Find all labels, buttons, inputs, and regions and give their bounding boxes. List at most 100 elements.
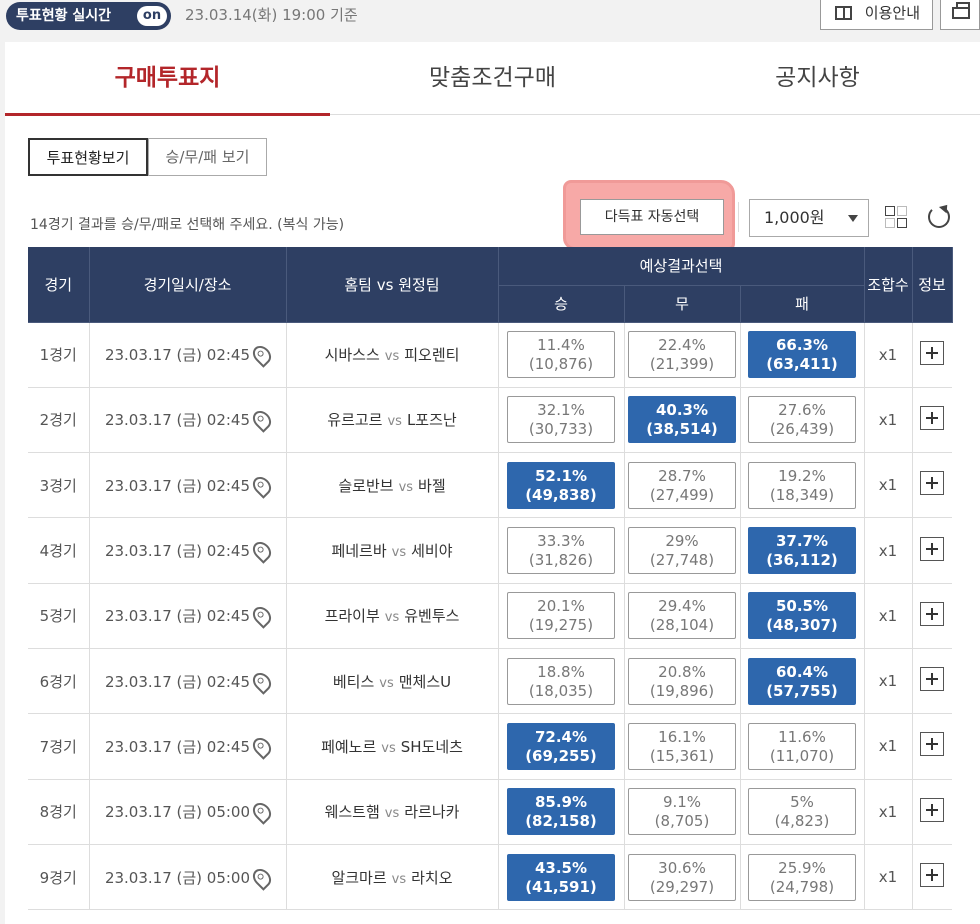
loss-count: (57,755) (766, 681, 838, 700)
win-percent: 72.4% (534, 727, 588, 746)
combo-count: x1 (864, 844, 913, 911)
home-team: 시바스스 (324, 346, 380, 365)
print-button[interactable] (940, 0, 980, 30)
header-draw: 무 (624, 285, 741, 323)
draw-option-button[interactable]: 30.6% (29,297) (628, 853, 736, 901)
win-option-button[interactable]: 18.8% (18,035) (507, 657, 615, 705)
draw-count: (28,104) (649, 616, 715, 635)
location-pin-icon[interactable] (249, 668, 275, 695)
plus-icon[interactable] (920, 797, 945, 822)
draw-cell: 22.4% (21,399) (624, 322, 741, 388)
location-pin-icon[interactable] (249, 864, 275, 891)
multi-vote-auto-select-button[interactable]: 다득표 자동선택 (580, 199, 724, 235)
plus-icon[interactable] (920, 732, 945, 757)
checklist-icon[interactable] (885, 206, 909, 230)
loss-option-button[interactable]: 27.6% (26,439) (748, 396, 856, 444)
tab-vote-sheet[interactable]: 구매투표지 (5, 42, 330, 116)
datetime-text: 23.03.17 (금) 05:00 (104, 803, 251, 822)
location-pin-icon[interactable] (249, 603, 275, 630)
plus-icon[interactable] (920, 471, 945, 496)
draw-percent: 20.8% (658, 662, 706, 681)
location-pin-icon[interactable] (249, 734, 275, 760)
loss-option-button[interactable]: 25.9% (24,798) (748, 853, 856, 901)
loss-option-button[interactable]: 60.4% (57,755) (748, 657, 856, 705)
game-datetime: 23.03.17 (금) 02:45 (89, 713, 287, 780)
win-cell: 52.1% (49,838) (498, 452, 625, 519)
draw-cell: 9.1% (8,705) (624, 779, 741, 845)
vs-label: vs (391, 871, 407, 887)
plus-icon[interactable] (920, 601, 945, 626)
draw-option-button[interactable]: 28.7% (27,499) (628, 461, 736, 509)
game-datetime: 23.03.17 (금) 02:45 (89, 387, 287, 454)
draw-cell: 30.6% (29,297) (624, 844, 741, 911)
game-datetime: 23.03.17 (금) 02:45 (89, 583, 287, 649)
win-percent: 52.1% (534, 466, 588, 485)
tab-custom-purchase[interactable]: 맞춤조건구매 (330, 42, 655, 115)
win-option-button[interactable]: 32.1% (30,733) (507, 396, 615, 444)
vs-label: vs (398, 479, 414, 495)
plus-icon[interactable] (920, 863, 945, 888)
win-option-button[interactable]: 43.5% (41,591) (507, 853, 615, 901)
win-cell: 85.9% (82,158) (498, 779, 625, 845)
vs-label: vs (384, 610, 400, 626)
vs-label: vs (381, 740, 396, 756)
table-row: 4경기 23.03.17 (금) 02:45 페네르바 vs 세비야 33.3% (31,8… (28, 517, 952, 584)
combo-count: x1 (864, 648, 913, 715)
draw-option-button[interactable]: 29.4% (28,104) (628, 592, 736, 640)
win-option-button[interactable]: 72.4% (69,255) (507, 722, 615, 770)
plus-icon[interactable] (920, 340, 945, 365)
draw-option-button[interactable]: 16.1% (15,361) (628, 722, 736, 770)
draw-count: (27,748) (649, 551, 715, 570)
win-option-button[interactable]: 85.9% (82,158) (507, 788, 615, 836)
location-pin-icon[interactable] (249, 342, 275, 368)
plus-icon[interactable] (920, 536, 945, 561)
game-number: 1경기 (28, 322, 90, 388)
away-team: 유벤투스 (404, 607, 460, 626)
vote-view-button[interactable]: 투표현황보기 (28, 138, 148, 176)
win-option-button[interactable]: 11.4% (10,876) (507, 331, 615, 379)
loss-cell: 27.6% (26,439) (740, 387, 865, 454)
win-option-button[interactable]: 33.3% (31,826) (507, 527, 615, 575)
win-percent: 85.9% (534, 793, 588, 812)
away-team: 라치오 (411, 868, 453, 887)
win-count: (49,838) (525, 485, 597, 504)
teams-cell: 베티스 vs 맨체스U (286, 648, 499, 715)
game-number: 8경기 (28, 779, 90, 845)
draw-percent: 22.4% (658, 336, 706, 355)
refresh-icon[interactable] (928, 206, 950, 228)
location-pin-icon[interactable] (249, 538, 275, 564)
location-pin-icon[interactable] (249, 407, 275, 434)
plus-icon[interactable] (920, 667, 945, 692)
amount-select[interactable]: 1,000원 (749, 199, 869, 237)
tab-notice[interactable]: 공지사항 (655, 42, 980, 115)
loss-option-button[interactable]: 11.6% (11,070) (748, 722, 856, 770)
win-option-button[interactable]: 20.1% (19,275) (507, 592, 615, 640)
loss-option-button[interactable]: 66.3% (63,411) (748, 331, 856, 379)
guide-button[interactable]: 이용안내 (820, 0, 933, 30)
plus-icon[interactable] (920, 405, 945, 430)
win-option-button[interactable]: 52.1% (49,838) (507, 461, 615, 509)
loss-option-button[interactable]: 19.2% (18,349) (748, 461, 856, 509)
loss-option-button[interactable]: 50.5% (48,307) (748, 592, 856, 640)
draw-option-button[interactable]: 29% (27,748) (628, 527, 736, 575)
loss-percent: 25.9% (778, 858, 826, 877)
draw-count: (19,896) (649, 681, 715, 700)
vote-status-badge[interactable]: 투표현황 실시간 on (6, 2, 171, 30)
win-count: (10,876) (528, 355, 594, 374)
draw-option-button[interactable]: 20.8% (19,896) (628, 657, 736, 705)
draw-percent: 29% (665, 532, 699, 551)
draw-count: (29,297) (649, 877, 715, 896)
location-pin-icon[interactable] (249, 799, 275, 825)
book-icon (835, 6, 852, 20)
location-pin-icon[interactable] (249, 473, 275, 499)
loss-cell: 25.9% (24,798) (740, 844, 865, 911)
loss-count: (4,823) (774, 812, 830, 831)
table-row: 5경기 23.03.17 (금) 02:45 프라이부 vs 유벤투스 20.1% (19,… (28, 583, 952, 649)
vs-label: vs (391, 545, 407, 561)
draw-option-button[interactable]: 9.1% (8,705) (628, 788, 736, 836)
draw-option-button[interactable]: 40.3% (38,514) (628, 396, 736, 444)
wdl-view-button[interactable]: 승/무/패 보기 (148, 138, 267, 176)
loss-option-button[interactable]: 37.7% (36,112) (748, 527, 856, 575)
loss-option-button[interactable]: 5% (4,823) (748, 788, 856, 836)
draw-option-button[interactable]: 22.4% (21,399) (628, 331, 736, 379)
